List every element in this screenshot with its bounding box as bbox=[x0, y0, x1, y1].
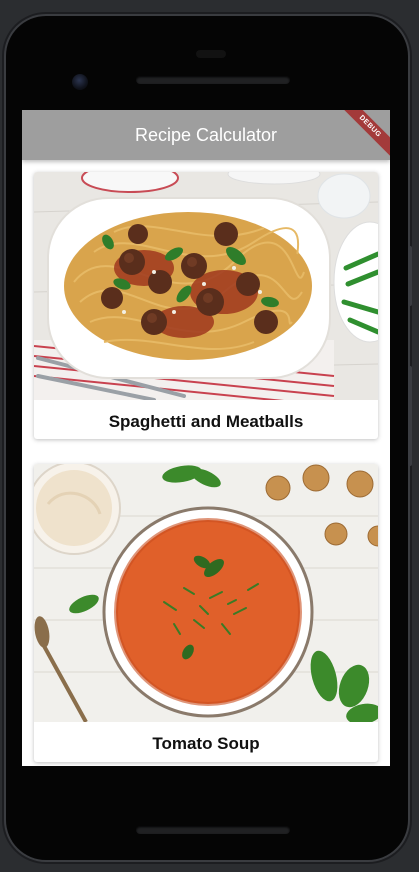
recipe-list[interactable]: Spaghetti and Meatballs Tomato Soup bbox=[22, 160, 390, 766]
power-button bbox=[408, 366, 412, 466]
volume-button bbox=[408, 246, 412, 306]
front-camera-icon bbox=[72, 74, 88, 90]
app-title: Recipe Calculator bbox=[134, 124, 278, 145]
proximity-sensor bbox=[196, 50, 226, 58]
recipe-card-tomato-soup[interactable]: Tomato Soup bbox=[34, 464, 378, 762]
bottom-speaker bbox=[136, 826, 290, 834]
tomato-soup-photo bbox=[34, 464, 378, 722]
recipe-card-spaghetti[interactable]: Spaghetti and Meatballs bbox=[34, 172, 378, 439]
earpiece-speaker bbox=[136, 76, 290, 84]
recipe-title: Tomato Soup bbox=[152, 734, 260, 753]
app-screen: Recipe Calculator DEBUG Spaghetti and Me… bbox=[22, 110, 390, 766]
recipe-title: Spaghetti and Meatballs bbox=[108, 412, 304, 431]
app-bar: Recipe Calculator bbox=[22, 110, 390, 160]
spaghetti-meatballs-photo bbox=[34, 172, 378, 400]
